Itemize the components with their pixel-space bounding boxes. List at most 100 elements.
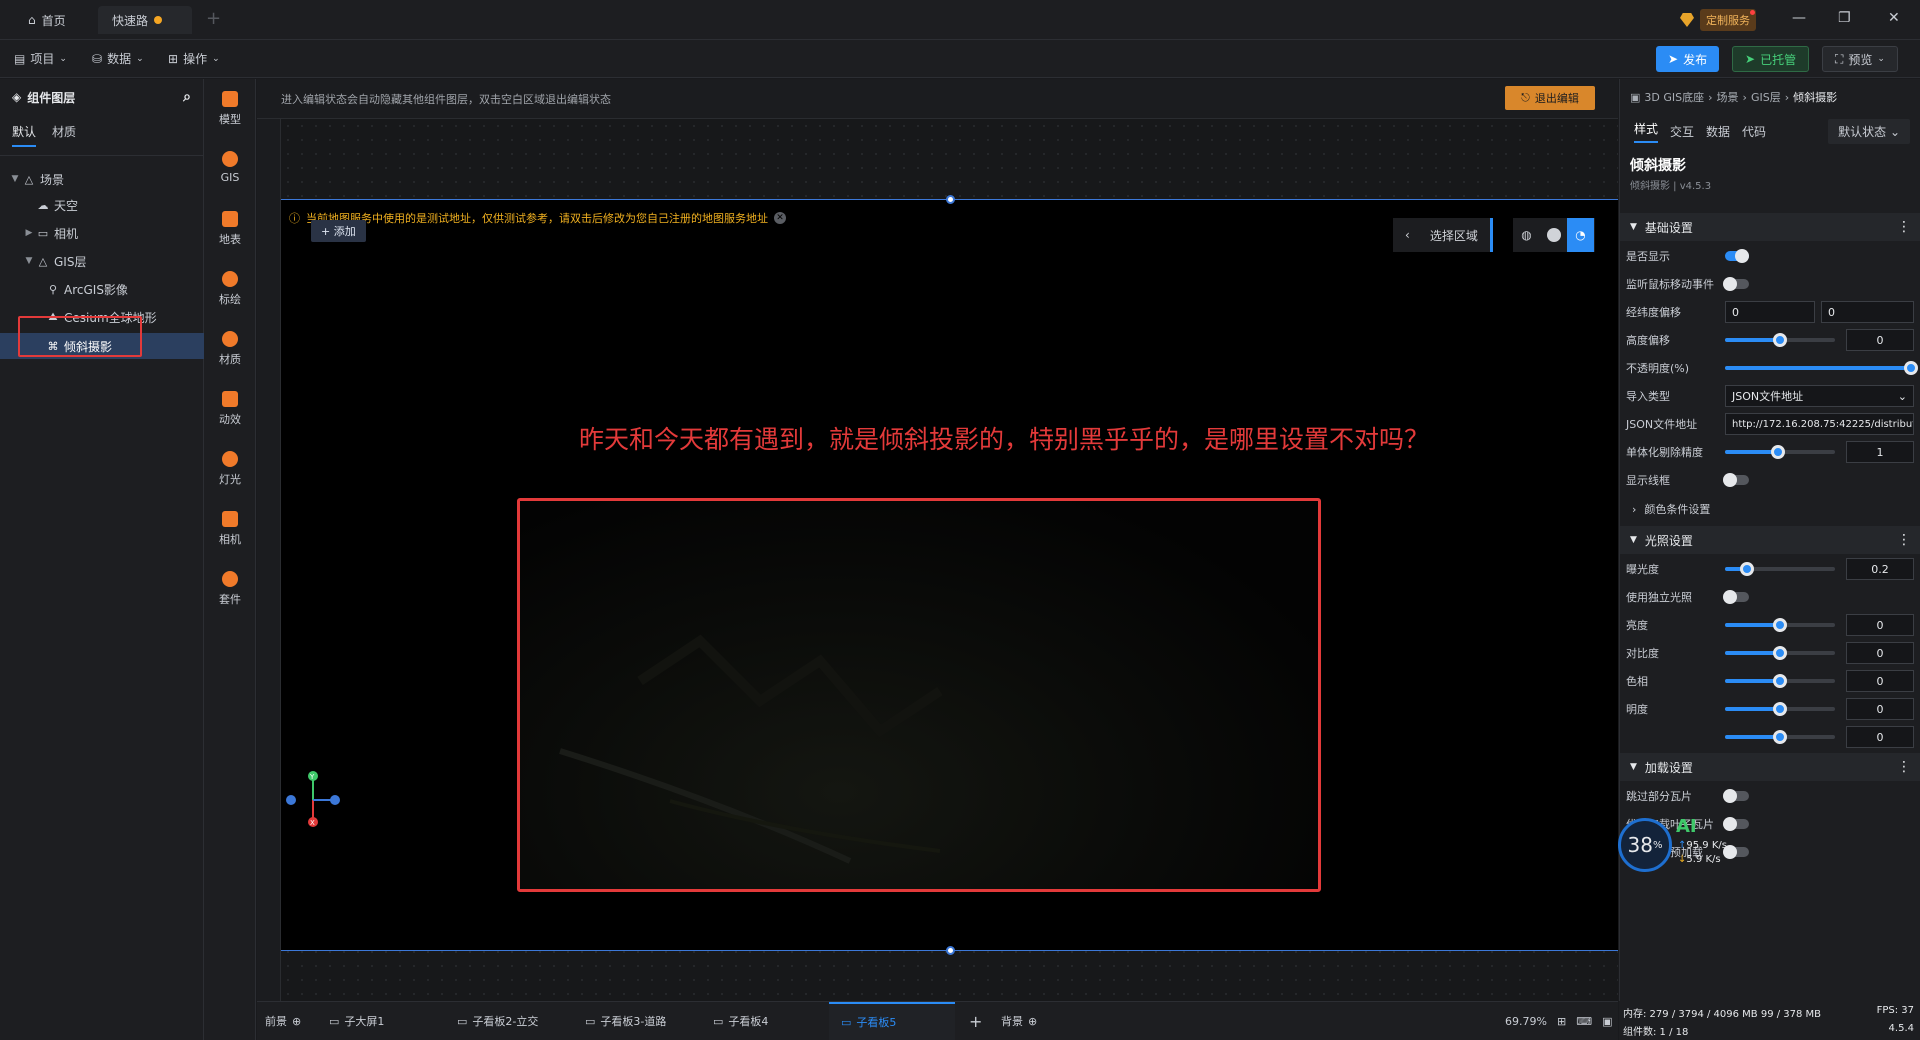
close-icon[interactable]: ✕ (1888, 10, 1900, 26)
lat-offset-input[interactable]: 0 (1821, 301, 1914, 323)
add-button[interactable]: + 添加 (311, 220, 366, 242)
menu-data[interactable]: ⛁ 数据 ⌄ (92, 50, 144, 67)
contrast-slider[interactable] (1725, 646, 1835, 660)
skip-tiles-toggle[interactable] (1723, 789, 1749, 803)
minimize-icon[interactable]: — (1792, 10, 1806, 26)
close-icon[interactable]: ✕ (774, 212, 786, 224)
tool-gis[interactable]: GIS (204, 151, 256, 184)
tab-foreground[interactable]: 前景 ⊕ (265, 1002, 301, 1040)
tab-board-1[interactable]: ▭ 子大屏1 (329, 1002, 384, 1040)
lightness-slider[interactable] (1725, 702, 1835, 716)
breadcrumb-item[interactable]: 场景 (1717, 89, 1739, 105)
brightness-slider[interactable] (1725, 618, 1835, 632)
contrast-input[interactable]: 0 (1846, 642, 1914, 664)
fit-icon[interactable]: ⊞ (1557, 1015, 1566, 1028)
tool-plot[interactable]: 标绘 (204, 271, 256, 307)
map-viewport[interactable]: ⓘ 当前地图服务中使用的是测试地址，仅供测试参考，请双击后修改为您自己注册的地图… (281, 195, 1618, 955)
height-input[interactable]: 0 (1846, 329, 1914, 351)
tab-style[interactable]: 样式 (1634, 120, 1659, 143)
tab-default[interactable]: 默认 (12, 123, 37, 147)
tab-board-3[interactable]: ▭ 子看板3-道路 (585, 1002, 666, 1040)
tool-model[interactable]: 模型 (204, 91, 256, 127)
slider-knob[interactable] (1740, 562, 1754, 576)
tool-effect[interactable]: 动效 (204, 391, 256, 427)
chevron-down-icon[interactable]: ▼ (8, 174, 22, 184)
add-tab-icon[interactable]: + (206, 8, 221, 29)
breadcrumb-item[interactable]: 3D GIS底座 (1644, 89, 1704, 105)
menu-project[interactable]: ▤ 项目 ⌄ (14, 50, 67, 67)
tree-item-arcgis[interactable]: ⚲ ArcGIS影像 (0, 276, 204, 302)
slider-knob[interactable] (1773, 646, 1787, 660)
tree-item-camera[interactable]: ▶ ▭ 相机 (0, 220, 204, 246)
hue-slider[interactable] (1725, 674, 1835, 688)
independent-light-toggle[interactable] (1723, 590, 1749, 604)
slider-knob[interactable] (1770, 445, 1785, 459)
more-icon[interactable]: ⋮ (1897, 219, 1911, 235)
tree-item-sky[interactable]: ☁ 天空 (0, 192, 204, 218)
chevron-down-icon[interactable]: ▼ (22, 256, 36, 266)
show-toggle[interactable] (1725, 249, 1749, 263)
extra-slider[interactable] (1725, 730, 1835, 744)
chevron-right-icon[interactable]: ▶ (22, 228, 36, 238)
tool-surface[interactable]: 地表 (204, 211, 256, 247)
section-basic[interactable]: ▼ 基础设置 ⋮ (1620, 213, 1920, 241)
state-select[interactable]: 默认状态 ⌄ (1828, 119, 1910, 144)
custom-service[interactable]: 定制服务 (1680, 9, 1756, 31)
tab-background[interactable]: 背景 ⊕ (1001, 1002, 1037, 1040)
exposure-input[interactable]: 0.2 (1846, 558, 1914, 580)
wireframe-toggle[interactable] (1723, 473, 1749, 487)
tab-board-2[interactable]: ▭ 子看板2-立交 (457, 1002, 538, 1040)
tab-interaction[interactable]: 交互 (1670, 123, 1694, 140)
globe-mode-icon[interactable]: ◍ (1513, 218, 1540, 252)
slider-knob[interactable] (1773, 618, 1787, 632)
tree-item-scene[interactable]: ▼ △ 场景 (0, 166, 204, 192)
tool-light[interactable]: 灯光 (204, 451, 256, 487)
terminal-icon[interactable]: ▣ (1602, 1015, 1612, 1028)
tab-board-5[interactable]: ▭ 子看板5 (829, 1002, 955, 1040)
resize-handle[interactable] (946, 195, 955, 204)
tab-home[interactable]: ⌂ 首页 (14, 6, 80, 34)
exit-edit-button[interactable]: ⎋ 退出编辑 (1505, 86, 1595, 110)
zoom-level[interactable]: 69.79% (1505, 1002, 1547, 1040)
hosted-button[interactable]: ➤ 已托管 (1732, 46, 1810, 72)
slider-knob[interactable] (1773, 702, 1787, 716)
json-url-input[interactable]: http://172.16.208.75:42225/distribut (1725, 413, 1914, 435)
tool-camera[interactable]: 相机 (204, 511, 256, 547)
chevron-left-icon[interactable]: ‹ (1405, 228, 1410, 242)
slider-knob[interactable] (1773, 730, 1787, 744)
breadcrumb-item[interactable]: GIS层 (1751, 89, 1781, 105)
height-slider[interactable] (1725, 333, 1835, 347)
performance-widget[interactable]: 38% AI ↑95.9 K/s ↓5.9 K/s (1618, 816, 1740, 872)
mouse-event-toggle[interactable] (1723, 277, 1749, 291)
tab-board-4[interactable]: ▭ 子看板4 (713, 1002, 768, 1040)
select-area-control[interactable]: ‹ 选择区域 (1393, 218, 1493, 252)
restore-icon[interactable]: ❐ (1838, 10, 1851, 26)
exposure-slider[interactable] (1725, 562, 1835, 576)
single-slider[interactable] (1725, 445, 1835, 459)
section-load[interactable]: ▼ 加载设置 ⋮ (1620, 753, 1920, 781)
circle-mode-icon[interactable] (1540, 218, 1567, 252)
menu-operation[interactable]: ⊞ 操作 ⌄ (168, 50, 220, 67)
tool-kit[interactable]: 套件 (204, 571, 256, 607)
row-color-conditions[interactable]: › 颜色条件设置 (1620, 495, 1920, 523)
extra-input[interactable]: 0 (1846, 726, 1914, 748)
publish-button[interactable]: ➤ 发布 (1656, 46, 1720, 72)
tab-data[interactable]: 数据 (1706, 123, 1730, 140)
clock-mode-icon[interactable]: ◔ (1567, 218, 1594, 252)
slider-knob[interactable] (1904, 361, 1918, 375)
brightness-input[interactable]: 0 (1846, 614, 1914, 636)
preview-button[interactable]: ⛶ 预览 ⌄ (1822, 46, 1898, 72)
keyboard-icon[interactable]: ⌨ (1576, 1015, 1592, 1028)
tool-material[interactable]: 材质 (204, 331, 256, 367)
lng-offset-input[interactable]: 0 (1725, 301, 1815, 323)
section-light[interactable]: ▼ 光照设置 ⋮ (1620, 526, 1920, 554)
lightness-input[interactable]: 0 (1846, 698, 1914, 720)
tab-code[interactable]: 代码 (1742, 123, 1766, 140)
tab-material[interactable]: 材质 (52, 123, 76, 147)
hue-input[interactable]: 0 (1846, 670, 1914, 692)
import-type-select[interactable]: JSON文件地址 ⌄ (1725, 385, 1914, 407)
plus-circle-icon[interactable]: ⊕ (292, 1015, 301, 1028)
resize-handle[interactable] (946, 946, 955, 955)
tree-item-gis-layer[interactable]: ▼ △ GIS层 (0, 248, 204, 274)
opacity-slider[interactable] (1725, 361, 1918, 375)
